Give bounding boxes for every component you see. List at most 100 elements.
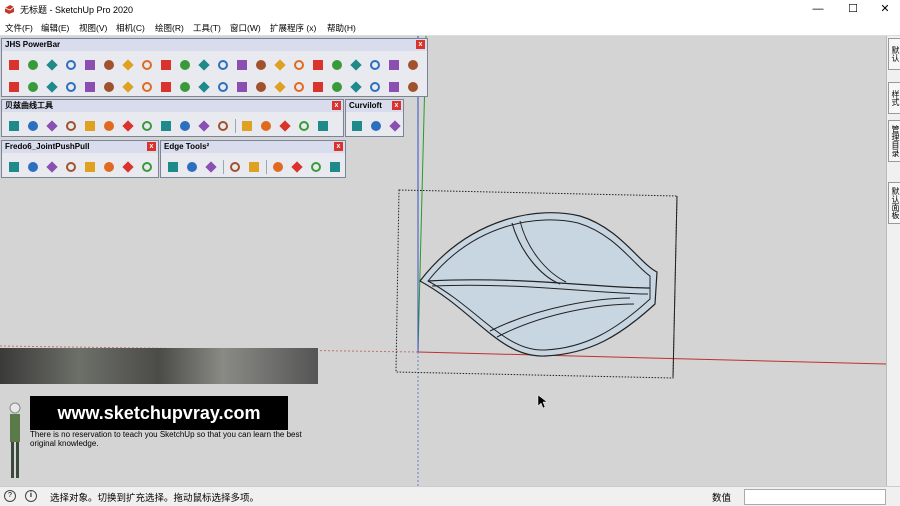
bezier-tool-icon[interactable]: [45, 119, 59, 133]
edge-tools-tool-icon[interactable]: [290, 160, 304, 174]
curviloft-tool-icon[interactable]: [369, 119, 383, 133]
jhs-tool-icon[interactable]: [292, 80, 306, 94]
side-tab-default[interactable]: 默认: [888, 38, 900, 70]
bezier-tool-icon[interactable]: [216, 119, 230, 133]
close-icon[interactable]: x: [147, 142, 156, 151]
jhs-tool-icon[interactable]: [121, 58, 135, 72]
bezier-tool-icon[interactable]: [316, 119, 330, 133]
bezier-tool-icon[interactable]: [297, 119, 311, 133]
menu-draw[interactable]: 绘图(R): [155, 22, 184, 34]
bezier-tool-icon[interactable]: [278, 119, 292, 133]
bezier-tool-icon[interactable]: [121, 119, 135, 133]
bezier-tool-icon[interactable]: [259, 119, 273, 133]
jhs-tool-icon[interactable]: [292, 58, 306, 72]
jhs-tool-icon[interactable]: [349, 80, 363, 94]
close-window-button[interactable]: ✕: [870, 0, 900, 19]
jhs-tool-icon[interactable]: [7, 58, 21, 72]
jhs-tool-icon[interactable]: [254, 58, 268, 72]
menu-edit[interactable]: 编辑(E): [41, 22, 69, 34]
jhs-tool-icon[interactable]: [311, 58, 325, 72]
bezier-tool-icon[interactable]: [178, 119, 192, 133]
menu-extensions[interactable]: 扩展程序 (x): [270, 22, 316, 34]
menu-window[interactable]: 窗口(W): [230, 22, 261, 34]
jhs-tool-icon[interactable]: [178, 80, 192, 94]
maximize-button[interactable]: ☐: [838, 0, 868, 19]
jhs-tool-icon[interactable]: [64, 58, 78, 72]
bezier-tool-icon[interactable]: [240, 119, 254, 133]
bezier-tool-icon[interactable]: [140, 119, 154, 133]
jhs-tool-icon[interactable]: [197, 58, 211, 72]
jhs-tool-icon[interactable]: [387, 80, 401, 94]
edge-tools-tool-icon[interactable]: [185, 160, 199, 174]
close-icon[interactable]: x: [416, 40, 425, 49]
measurements-input[interactable]: [744, 489, 886, 505]
edge-tools-tool-icon[interactable]: [309, 160, 323, 174]
jhs-tool-icon[interactable]: [26, 58, 40, 72]
bezier-tool-icon[interactable]: [7, 119, 21, 133]
curviloft-tool-icon[interactable]: [388, 119, 402, 133]
menu-camera[interactable]: 相机(C): [116, 22, 145, 34]
edge-tools-tool-icon[interactable]: [247, 160, 261, 174]
jhs-tool-icon[interactable]: [406, 58, 420, 72]
minimize-button[interactable]: —: [803, 0, 833, 19]
jhs-tool-icon[interactable]: [26, 80, 40, 94]
jhs-tool-icon[interactable]: [159, 58, 173, 72]
side-tab-default-panel[interactable]: 默认面板: [888, 182, 900, 224]
jointpushpull-tool-icon[interactable]: [7, 160, 21, 174]
side-tab-manage-catalog[interactable]: 管理目录: [888, 120, 900, 162]
side-tab-styles[interactable]: 样式: [888, 82, 900, 114]
jhs-tool-icon[interactable]: [140, 58, 154, 72]
jhs-tool-icon[interactable]: [273, 80, 287, 94]
jhs-tool-icon[interactable]: [121, 80, 135, 94]
jointpushpull-tool-icon[interactable]: [83, 160, 97, 174]
bezier-tool-icon[interactable]: [159, 119, 173, 133]
jhs-tool-icon[interactable]: [254, 80, 268, 94]
edge-tools-tool-icon[interactable]: [204, 160, 218, 174]
jointpushpull-tool-icon[interactable]: [45, 160, 59, 174]
edge-tools-tool-icon[interactable]: [328, 160, 342, 174]
jointpushpull-tool-icon[interactable]: [140, 160, 154, 174]
jhs-tool-icon[interactable]: [197, 80, 211, 94]
jhs-tool-icon[interactable]: [45, 80, 59, 94]
jhs-tool-icon[interactable]: [330, 58, 344, 72]
jointpushpull-tool-icon[interactable]: [121, 160, 135, 174]
jhs-tool-icon[interactable]: [368, 58, 382, 72]
jointpushpull-tool-icon[interactable]: [64, 160, 78, 174]
jhs-tool-icon[interactable]: [330, 80, 344, 94]
jhs-tool-icon[interactable]: [235, 58, 249, 72]
jhs-tool-icon[interactable]: [83, 80, 97, 94]
close-icon[interactable]: x: [332, 101, 341, 110]
jhs-tool-icon[interactable]: [102, 80, 116, 94]
jhs-tool-icon[interactable]: [83, 58, 97, 72]
jhs-tool-icon[interactable]: [235, 80, 249, 94]
bezier-tool-icon[interactable]: [26, 119, 40, 133]
jhs-tool-icon[interactable]: [216, 80, 230, 94]
jhs-tool-icon[interactable]: [311, 80, 325, 94]
bezier-tool-icon[interactable]: [83, 119, 97, 133]
jhs-tool-icon[interactable]: [7, 80, 21, 94]
curviloft-tool-icon[interactable]: [350, 119, 364, 133]
jointpushpull-tool-icon[interactable]: [26, 160, 40, 174]
jhs-tool-icon[interactable]: [64, 80, 78, 94]
jhs-tool-icon[interactable]: [387, 58, 401, 72]
menu-view[interactable]: 视图(V): [79, 22, 107, 34]
edge-tools-tool-icon[interactable]: [228, 160, 242, 174]
edge-tools-tool-icon[interactable]: [166, 160, 180, 174]
jhs-tool-icon[interactable]: [178, 58, 192, 72]
menu-tools[interactable]: 工具(T): [193, 22, 221, 34]
bezier-tool-icon[interactable]: [64, 119, 78, 133]
jhs-tool-icon[interactable]: [406, 80, 420, 94]
jhs-tool-icon[interactable]: [140, 80, 154, 94]
close-icon[interactable]: x: [392, 101, 401, 110]
bezier-tool-icon[interactable]: [197, 119, 211, 133]
menu-file[interactable]: 文件(F): [5, 22, 33, 34]
close-icon[interactable]: x: [334, 142, 343, 151]
bezier-tool-icon[interactable]: [102, 119, 116, 133]
jhs-tool-icon[interactable]: [102, 58, 116, 72]
jhs-tool-icon[interactable]: [216, 58, 230, 72]
info-icon[interactable]: i: [25, 490, 37, 502]
jhs-tool-icon[interactable]: [368, 80, 382, 94]
menu-help[interactable]: 帮助(H): [327, 22, 356, 34]
edge-tools-tool-icon[interactable]: [271, 160, 285, 174]
jhs-tool-icon[interactable]: [273, 58, 287, 72]
